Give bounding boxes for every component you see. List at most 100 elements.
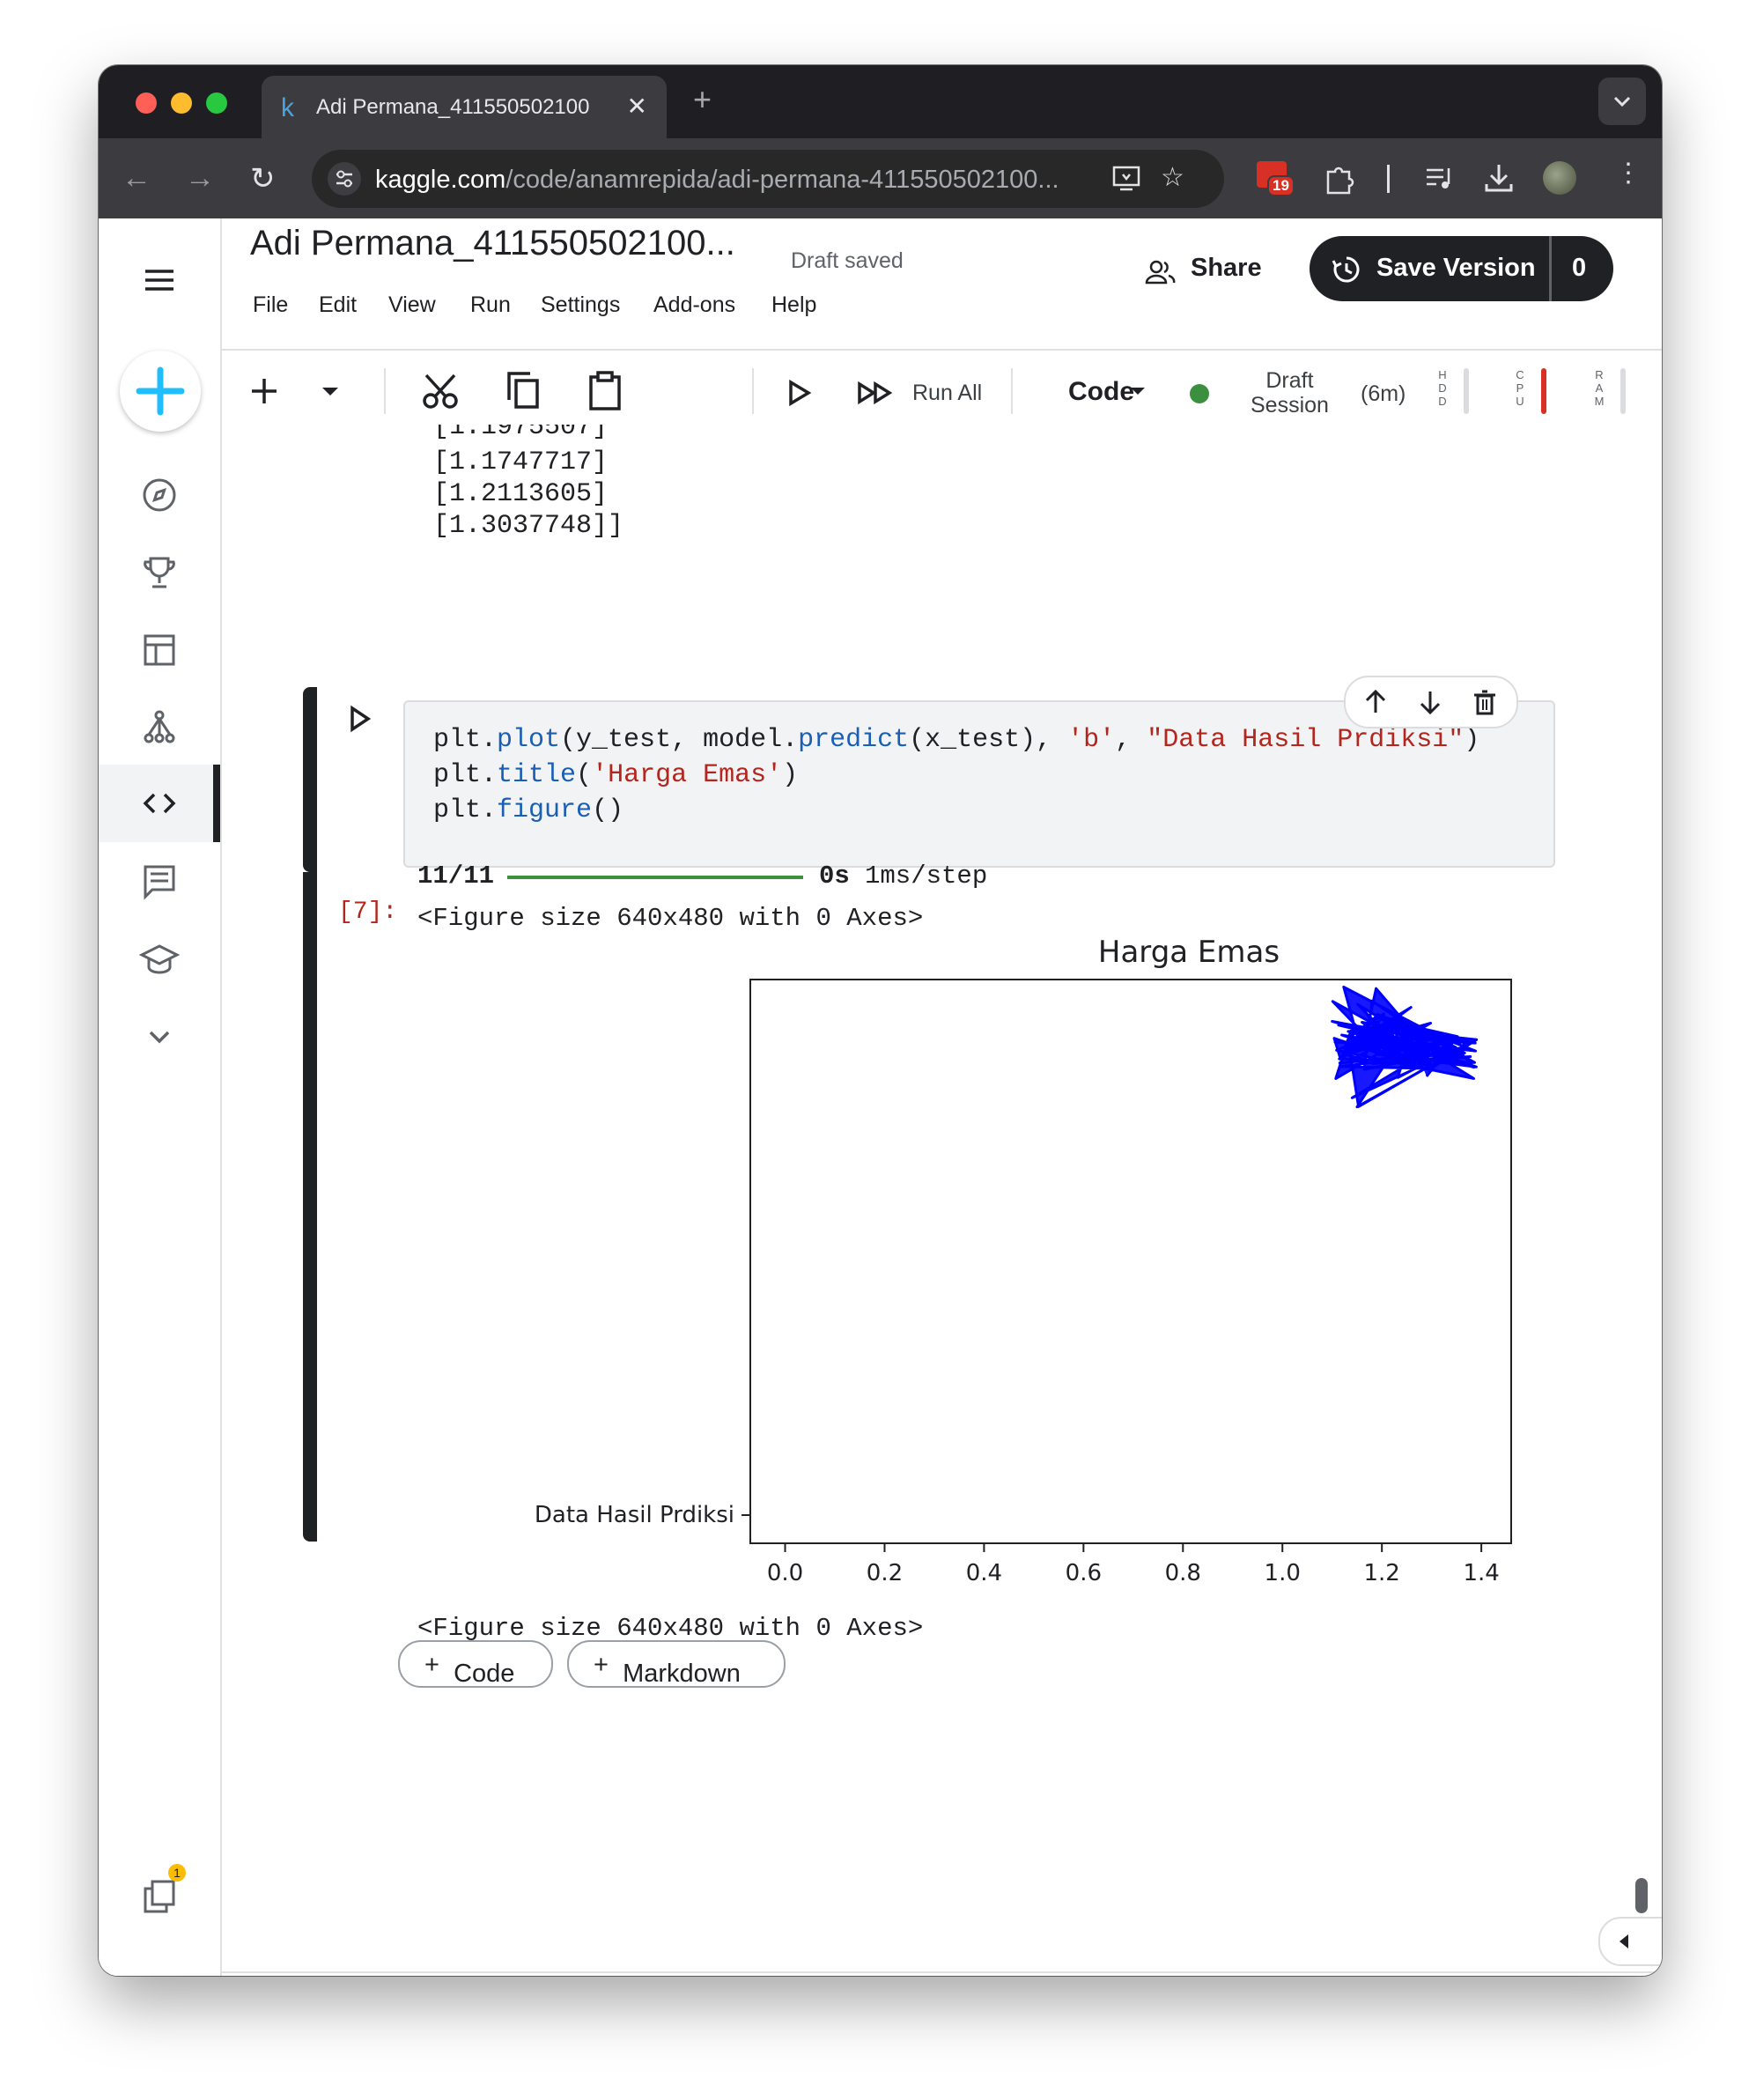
cpu-meter-label: CPU bbox=[1516, 368, 1524, 408]
output-selection-bar bbox=[303, 872, 317, 1542]
maximize-window-button[interactable] bbox=[206, 92, 227, 114]
models-icon[interactable] bbox=[138, 706, 181, 749]
new-tab-icon[interactable]: + bbox=[693, 81, 712, 118]
compass-icon[interactable] bbox=[138, 474, 181, 516]
caret-left-icon bbox=[1620, 1934, 1628, 1948]
tab-search-button[interactable] bbox=[1598, 78, 1646, 125]
ram-meter[interactable] bbox=[1620, 368, 1626, 414]
move-cell-down-icon[interactable] bbox=[1416, 688, 1444, 716]
add-cell-dropdown-icon[interactable] bbox=[317, 382, 343, 400]
notebook-toolbar: Run All Code Draft Session (6m) HDD CPU R… bbox=[220, 349, 1662, 437]
cell-type-select[interactable]: Code bbox=[1068, 377, 1134, 407]
toolbar-separator bbox=[384, 368, 386, 414]
learn-graduation-cap-icon[interactable] bbox=[138, 937, 181, 980]
output-line: [1.1975507] bbox=[433, 425, 609, 442]
nav-active-indicator bbox=[213, 765, 220, 842]
bookmark-star-icon[interactable]: ☆ bbox=[1161, 162, 1184, 193]
version-count[interactable]: 0 bbox=[1572, 254, 1586, 283]
history-icon bbox=[1332, 256, 1360, 283]
close-window-button[interactable] bbox=[136, 92, 157, 114]
cut-scissors-icon[interactable] bbox=[421, 372, 460, 410]
site-settings-icon[interactable] bbox=[328, 162, 361, 196]
save-version-button[interactable]: Save Version 0 bbox=[1310, 236, 1613, 301]
x-tick-label: 1.2 bbox=[1363, 1560, 1399, 1584]
reload-icon[interactable]: ↻ bbox=[250, 161, 276, 196]
install-app-icon[interactable] bbox=[1111, 164, 1143, 194]
menu-add-ons[interactable]: Add-ons bbox=[653, 292, 735, 318]
code-line-2: plt.title('Harga Emas') bbox=[433, 760, 799, 790]
hdd-meter[interactable] bbox=[1464, 368, 1469, 414]
discussions-icon[interactable] bbox=[138, 860, 181, 902]
cell-type-dropdown-icon[interactable] bbox=[1127, 384, 1148, 398]
cell-controls bbox=[1344, 676, 1518, 728]
collapse-panel-button[interactable] bbox=[1598, 1917, 1662, 1966]
run-cell-play-icon[interactable] bbox=[784, 377, 814, 409]
menu-file[interactable]: File bbox=[253, 292, 288, 318]
address-bar[interactable]: kaggle.com/code/anamrepida/adi-permana-4… bbox=[312, 150, 1224, 208]
code-line-1: plt.plot(y_test, model.predict(x_test), … bbox=[433, 725, 1480, 755]
trophy-icon[interactable] bbox=[138, 551, 181, 594]
menu-run[interactable]: Run bbox=[470, 292, 511, 318]
x-tick-label: 0.4 bbox=[966, 1560, 1002, 1584]
close-tab-icon[interactable]: ✕ bbox=[627, 92, 647, 121]
progress-step: 1ms/step bbox=[865, 861, 988, 891]
run-all-icon[interactable] bbox=[856, 377, 896, 409]
forward-icon[interactable]: → bbox=[185, 161, 215, 196]
copy-icon[interactable] bbox=[504, 370, 542, 412]
menu-edit[interactable]: Edit bbox=[319, 292, 357, 318]
profile-avatar[interactable] bbox=[1543, 161, 1576, 195]
browser-tab[interactable]: k Adi Permana_411550502100 ✕ bbox=[262, 76, 667, 138]
move-cell-up-icon[interactable] bbox=[1361, 688, 1390, 716]
url-path: /code/anamrepida/adi-permana-41155050210… bbox=[505, 166, 1059, 194]
menu-help[interactable]: Help bbox=[771, 292, 816, 318]
create-button[interactable] bbox=[120, 351, 201, 432]
menu-view[interactable]: View bbox=[388, 292, 436, 318]
session-status[interactable]: Draft Session bbox=[1251, 368, 1329, 418]
share-button[interactable]: Share bbox=[1191, 254, 1262, 283]
hamburger-menu-icon[interactable] bbox=[138, 259, 181, 301]
back-icon[interactable]: ← bbox=[122, 161, 151, 196]
add-cell-plus-icon[interactable] bbox=[247, 373, 282, 409]
code-icon[interactable] bbox=[138, 782, 181, 824]
minimize-window-button[interactable] bbox=[171, 92, 192, 114]
figure-text-1: <Figure size 640x480 with 0 Axes> bbox=[417, 904, 924, 933]
browser-toolbar: ← → ↻ kaggle.com/code/anamrepida/adi-per… bbox=[99, 138, 1662, 218]
notebook-title[interactable]: Adi Permana_411550502100... bbox=[250, 224, 735, 263]
x-axis-ticks: 0.0 0.2 0.4 0.6 0.8 1.0 1.2 1.4 bbox=[767, 1543, 1500, 1584]
session-status-dot bbox=[1190, 384, 1209, 403]
url-text: kaggle.com/code/anamrepida/adi-permana-4… bbox=[375, 166, 1059, 195]
download-icon[interactable] bbox=[1483, 161, 1515, 195]
delete-cell-icon[interactable] bbox=[1471, 688, 1499, 716]
plus-icon bbox=[136, 366, 185, 416]
execution-count: [7]: bbox=[338, 898, 398, 926]
media-controls-icon[interactable] bbox=[1424, 165, 1456, 193]
browser-menu-icon[interactable]: ⋮ bbox=[1615, 158, 1642, 189]
cell-selection-bar bbox=[303, 687, 317, 872]
add-code-cell-button[interactable]: + Code bbox=[398, 1640, 553, 1688]
browser-window: k Adi Permana_411550502100 ✕ + ← → ↻ kag… bbox=[99, 65, 1662, 1976]
chevron-down-icon bbox=[1613, 96, 1631, 107]
paste-clipboard-icon[interactable] bbox=[587, 370, 625, 412]
save-version-label: Save Version bbox=[1376, 254, 1536, 282]
run-all-button[interactable]: Run All bbox=[912, 381, 982, 406]
output-line: [1.3037748]] bbox=[433, 511, 624, 541]
share-people-icon[interactable] bbox=[1145, 259, 1177, 285]
gmail-extension-icon[interactable]: 19 bbox=[1257, 161, 1295, 196]
add-markdown-cell-button[interactable]: + Markdown bbox=[567, 1640, 786, 1688]
cpu-meter[interactable] bbox=[1541, 368, 1546, 414]
session-duration: (6m) bbox=[1361, 381, 1406, 406]
session-line-1: Draft bbox=[1265, 368, 1314, 393]
left-navigation: 1 bbox=[99, 218, 222, 1976]
more-chevron-down-icon[interactable] bbox=[138, 1015, 181, 1057]
your-work-icon[interactable] bbox=[138, 1876, 181, 1919]
datasets-table-icon[interactable] bbox=[138, 629, 181, 671]
y-tick-label: Data Hasil Prdiksi bbox=[535, 1502, 734, 1528]
extensions-puzzle-icon[interactable] bbox=[1323, 163, 1354, 195]
menu-settings[interactable]: Settings bbox=[541, 292, 620, 318]
kaggle-favicon-icon: k bbox=[281, 93, 294, 122]
run-cell-icon[interactable] bbox=[347, 703, 373, 735]
x-tick-label: 0.2 bbox=[867, 1560, 903, 1584]
toolbar-divider bbox=[1387, 165, 1390, 193]
code-line-3: plt.figure() bbox=[433, 795, 624, 825]
scrollbar-thumb[interactable] bbox=[1635, 1878, 1648, 1913]
